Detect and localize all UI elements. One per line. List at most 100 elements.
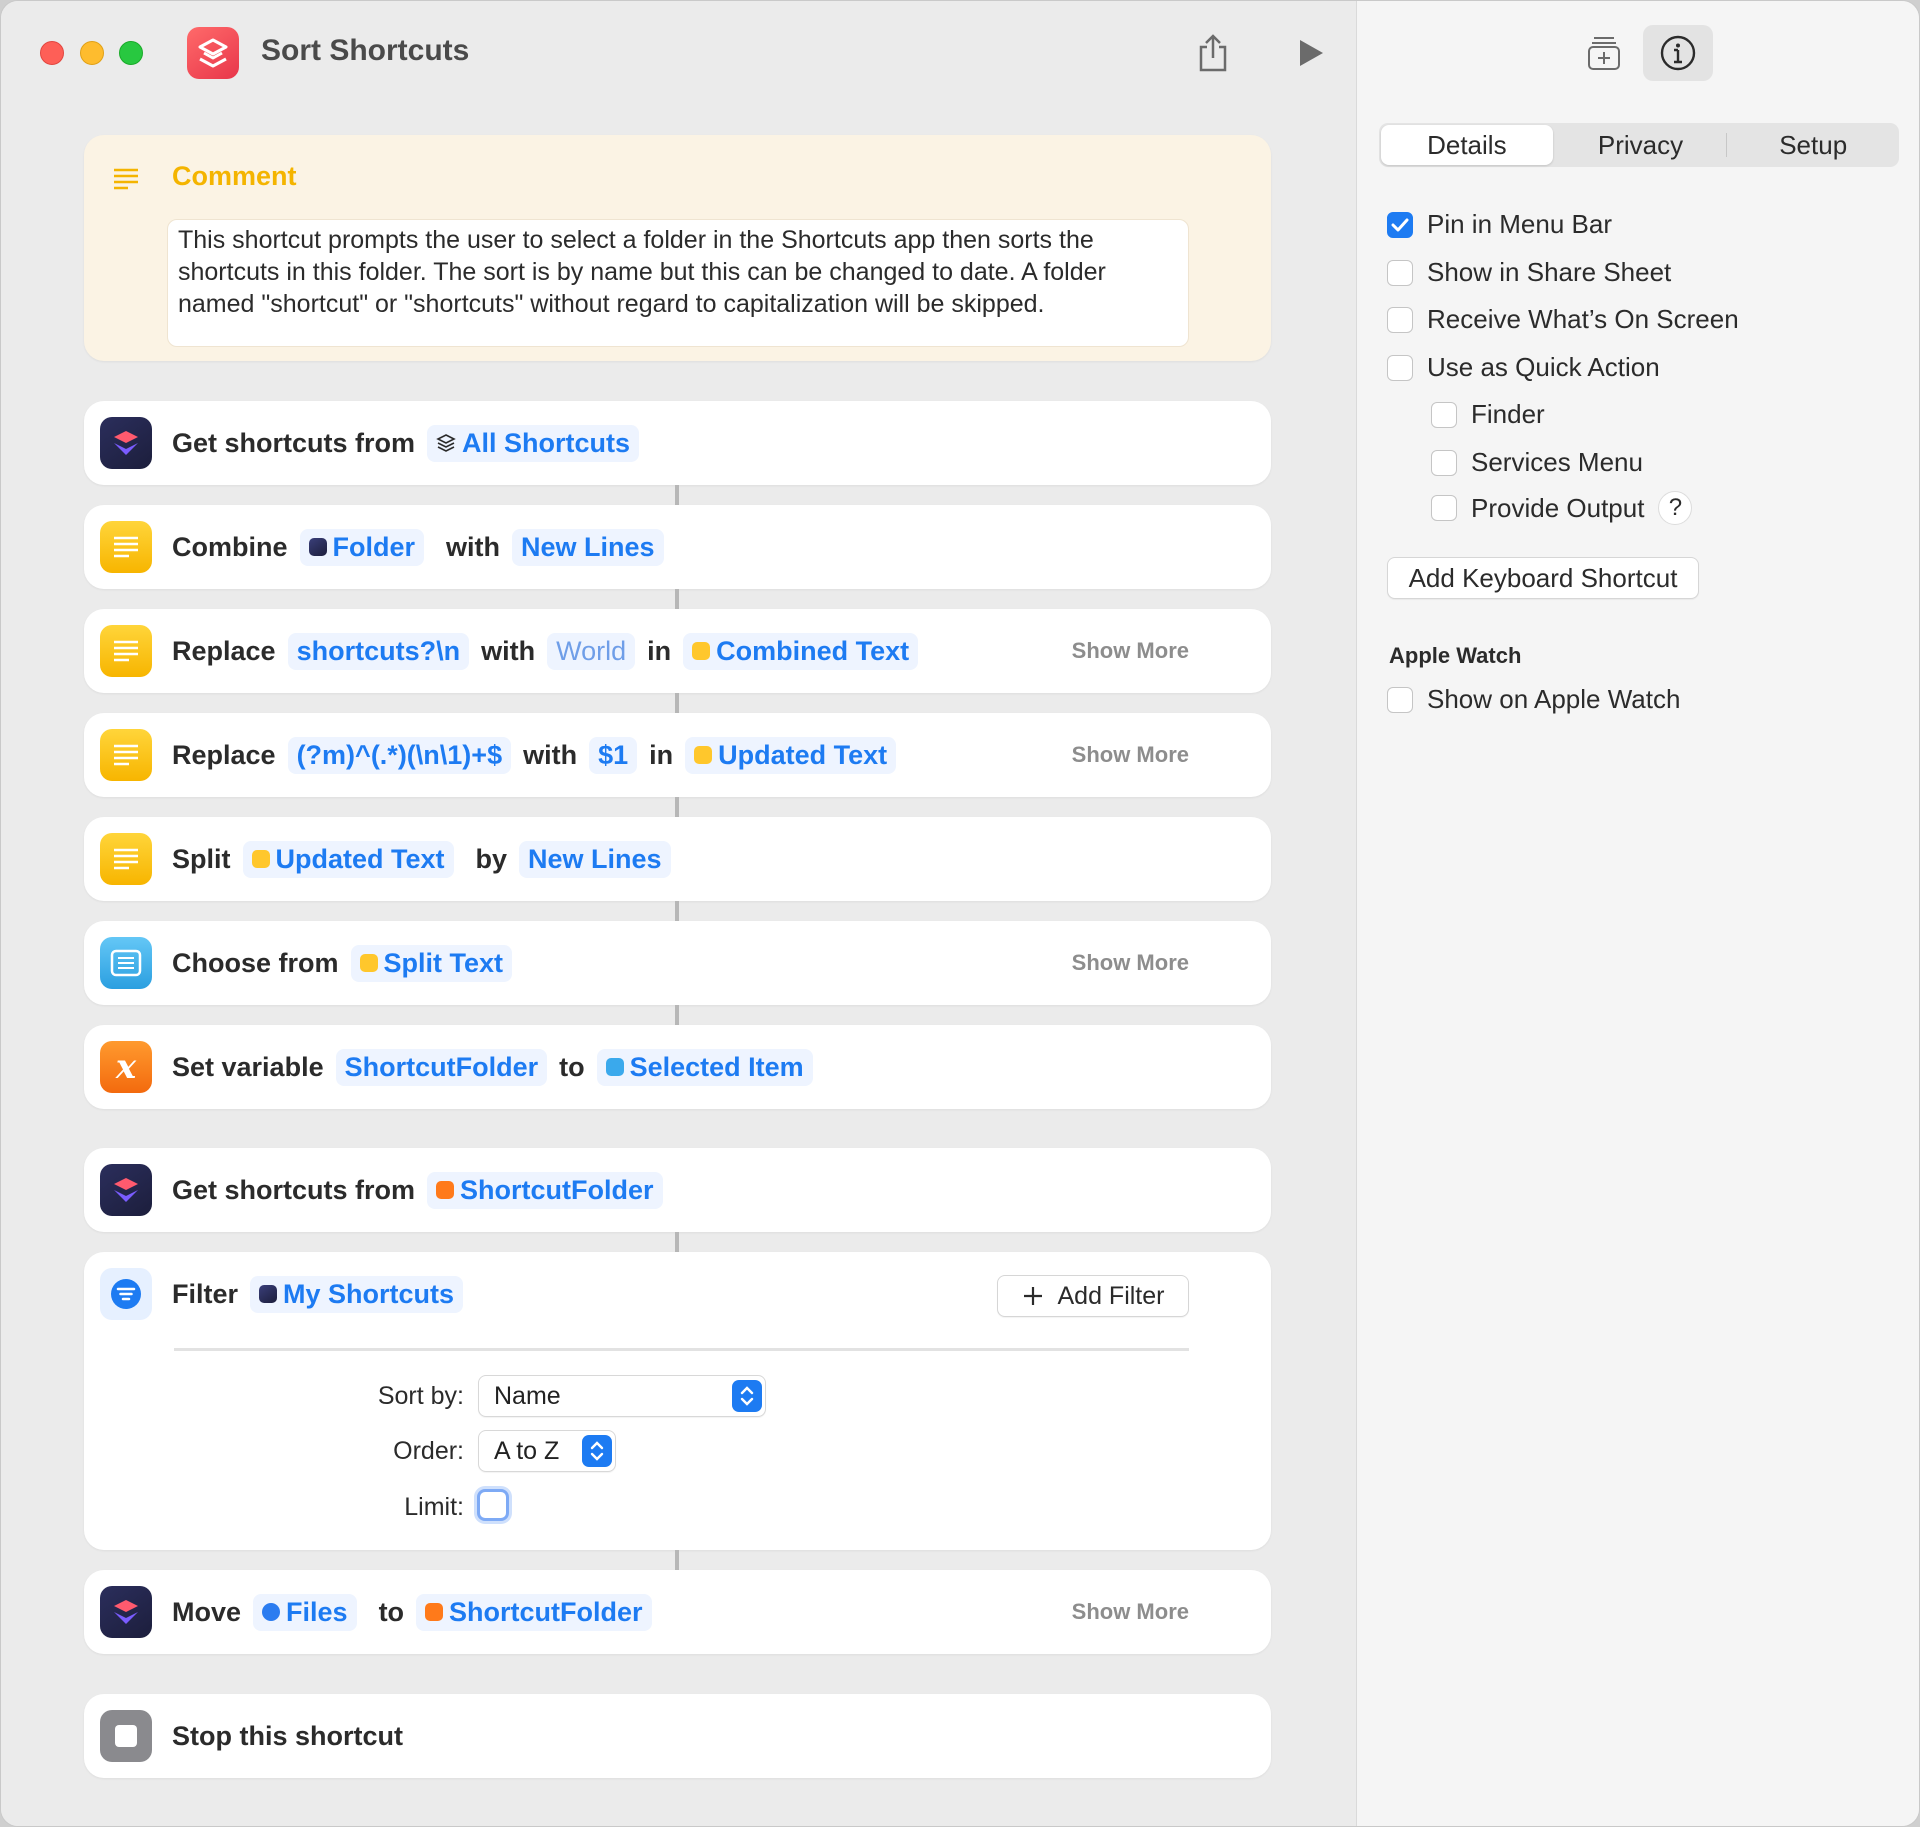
help-button[interactable]: ? [1658, 491, 1693, 525]
quick-action-option[interactable]: Use as Quick Action [1387, 352, 1660, 383]
apple-watch-option[interactable]: Show on Apple Watch [1387, 684, 1680, 715]
list-icon [605, 1058, 624, 1076]
chevron-up-down-icon [732, 1380, 762, 1412]
action-verb: Stop this shortcut [172, 1720, 403, 1751]
receive-on-screen-checkbox[interactable] [1387, 306, 1413, 333]
set-variable-action[interactable]: x Set variable ShortcutFolder to Selecte… [84, 1025, 1271, 1109]
text-icon [251, 850, 270, 868]
add-keyboard-shortcut-button[interactable]: Add Keyboard Shortcut [1387, 557, 1699, 599]
share-sheet-checkbox[interactable] [1387, 259, 1413, 286]
action-connector-word: with [446, 531, 501, 562]
add-filter-button[interactable]: Add Filter [997, 1275, 1189, 1317]
text-icon [359, 954, 378, 972]
sort-by-select[interactable]: Name [478, 1375, 766, 1417]
stop-shortcut-action[interactable]: Stop this shortcut [84, 1694, 1271, 1778]
show-more-button[interactable]: Show More [1072, 713, 1189, 797]
tab-privacy[interactable]: Privacy [1555, 125, 1727, 165]
show-more-button[interactable]: Show More [1072, 1570, 1189, 1654]
info-icon [1660, 35, 1696, 71]
action-connector-word: to [378, 1596, 405, 1627]
filter-icon [262, 1603, 281, 1621]
tab-setup[interactable]: Setup [1727, 125, 1899, 165]
input-token[interactable]: Split Text [350, 944, 513, 982]
list-icon [100, 937, 152, 989]
filter-icon [100, 1268, 152, 1320]
shortcut-title[interactable]: Sort Shortcuts [261, 34, 469, 68]
value-token[interactable]: Selected Item [596, 1048, 813, 1086]
limit-checkbox[interactable] [477, 1489, 509, 1521]
provide-output-option[interactable]: Provide Output ? [1431, 491, 1693, 525]
comment-icon [100, 153, 152, 205]
action-verb: Choose from [172, 947, 339, 978]
separator-token[interactable]: New Lines [512, 528, 664, 566]
shortcut-icon[interactable] [187, 27, 239, 79]
flow-connector [675, 693, 679, 713]
share-sheet-option[interactable]: Show in Share Sheet [1387, 257, 1671, 288]
tab-details[interactable]: Details [1381, 125, 1553, 165]
shortcuts-app-icon [100, 417, 152, 469]
apple-watch-checkbox[interactable] [1387, 686, 1413, 713]
replace-text-action[interactable]: Replace (?m)^(.*)(\n\1)+$ with $1 in Upd… [84, 713, 1271, 797]
close-window-button[interactable] [40, 41, 64, 65]
action-verb: Split [172, 843, 231, 874]
show-more-button[interactable]: Show More [1072, 609, 1189, 693]
choose-from-list-action[interactable]: Choose from Split Text Show More [84, 921, 1271, 1005]
quick-action-checkbox[interactable] [1387, 354, 1413, 381]
input-token[interactable]: Files [253, 1593, 357, 1631]
separator-token[interactable]: New Lines [519, 840, 671, 878]
filter-action[interactable]: Filter My Shortcuts Add Filter Sort by: … [84, 1252, 1271, 1550]
target-token[interactable]: Combined Text [683, 632, 919, 670]
destination-token[interactable]: ShortcutFolder [416, 1593, 652, 1631]
action-verb: Replace [172, 635, 276, 666]
action-connector-word: in [647, 635, 672, 666]
pin-menu-bar-checkbox[interactable] [1387, 211, 1413, 238]
get-shortcuts-action[interactable]: Get shortcuts from All Shortcuts [84, 401, 1271, 485]
source-token[interactable]: ShortcutFolder [427, 1171, 663, 1209]
input-token[interactable]: Folder [299, 528, 425, 566]
target-token[interactable]: Updated Text [685, 736, 897, 774]
info-button[interactable] [1643, 25, 1713, 81]
comment-action[interactable]: Comment This shortcut prompts the user t… [84, 135, 1271, 361]
pin-menu-bar-option[interactable]: Pin in Menu Bar [1387, 209, 1612, 240]
source-token[interactable]: All Shortcuts [427, 424, 640, 462]
minimize-window-button[interactable] [80, 41, 104, 65]
order-select[interactable]: A to Z [478, 1430, 616, 1472]
action-library-icon [1588, 37, 1620, 70]
find-token[interactable]: shortcuts?\n [287, 632, 470, 670]
share-button[interactable] [1189, 29, 1237, 77]
combine-text-action[interactable]: Combine Folder with New Lines [84, 505, 1271, 589]
sort-by-label: Sort by: [377, 1382, 464, 1410]
split-text-action[interactable]: Split Updated Text by New Lines [84, 817, 1271, 901]
add-to-dock-button[interactable] [1569, 25, 1639, 81]
provide-output-checkbox[interactable] [1431, 495, 1457, 521]
input-token[interactable]: My Shortcuts [250, 1275, 464, 1313]
finder-option[interactable]: Finder [1431, 399, 1545, 430]
layers-icon [436, 434, 456, 452]
apple-watch-section-title: Apple Watch [1389, 643, 1522, 668]
shortcuts-icon [259, 1285, 278, 1303]
find-token[interactable]: (?m)^(.*)(\n\1)+$ [287, 736, 512, 774]
comment-text-field[interactable]: This shortcut prompts the user to select… [167, 219, 1189, 347]
run-button[interactable] [1287, 29, 1335, 77]
title-bar: Sort Shortcuts [1, 1, 1356, 105]
action-verb: Get shortcuts from [172, 427, 416, 458]
services-menu-option[interactable]: Services Menu [1431, 447, 1643, 478]
shortcut-editor: Sort Shortcuts Comment This shortcut pro… [1, 1, 1356, 1826]
zoom-window-button[interactable] [119, 41, 143, 65]
action-verb: Combine [172, 531, 288, 562]
replace-text-action[interactable]: Replace shortcuts?\n with World in Combi… [84, 609, 1271, 693]
finder-checkbox[interactable] [1431, 401, 1457, 428]
replacement-token[interactable]: $1 [589, 736, 638, 774]
replacement-token[interactable]: World [547, 632, 636, 670]
services-menu-checkbox[interactable] [1431, 449, 1457, 476]
move-files-action[interactable]: Move Files to ShortcutFolder Show More [84, 1570, 1271, 1654]
share-icon [1199, 34, 1227, 72]
flow-connector [675, 901, 679, 921]
show-more-button[interactable]: Show More [1072, 921, 1189, 1005]
variable-name-token[interactable]: ShortcutFolder [335, 1048, 548, 1086]
details-inspector: Details Privacy Setup Pin in Menu Bar Sh… [1356, 1, 1919, 1826]
input-token[interactable]: Updated Text [242, 840, 454, 878]
receive-on-screen-option[interactable]: Receive What’s On Screen [1387, 304, 1739, 335]
action-connector-word: by [475, 843, 508, 874]
get-shortcuts-action[interactable]: Get shortcuts from ShortcutFolder [84, 1148, 1271, 1232]
